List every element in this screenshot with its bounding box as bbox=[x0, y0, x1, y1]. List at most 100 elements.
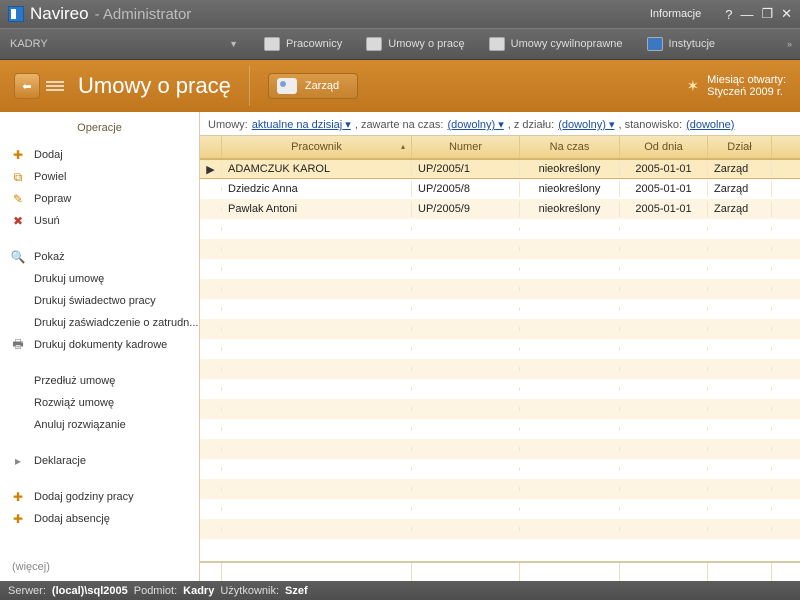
op-przedłuż-umowę[interactable]: Przedłuż umowę bbox=[0, 370, 199, 392]
op-drukuj-umowę[interactable]: Drukuj umowę bbox=[0, 268, 199, 290]
table-summary-row bbox=[200, 561, 800, 581]
op-label: Powiel bbox=[34, 171, 66, 183]
table-row[interactable]: ▶ADAMCZUK KAROLUP/2005/1nieokreślony2005… bbox=[200, 159, 800, 179]
module-dropdown[interactable]: KADRY ▼ bbox=[0, 29, 248, 59]
tab-umowy-cywilnoprawne[interactable]: Umowy cywilnoprawne bbox=[479, 33, 633, 55]
table-row[interactable]: Pawlak AntoniUP/2005/9nieokreślony2005-0… bbox=[200, 199, 800, 219]
add-icon: ✚ bbox=[10, 147, 26, 163]
op-label: Drukuj dokumenty kadrowe bbox=[34, 339, 167, 351]
divider bbox=[249, 66, 250, 106]
op-anuluj-rozwiązanie[interactable]: Anuluj rozwiązanie bbox=[0, 414, 199, 436]
document-icon bbox=[366, 37, 382, 51]
op-label: Pokaż bbox=[34, 251, 65, 263]
table-row-empty bbox=[200, 459, 800, 479]
tab-pracownicy[interactable]: Pracownicy bbox=[254, 33, 352, 55]
add-icon: ✚ bbox=[10, 511, 26, 527]
col-numer[interactable]: Numer bbox=[412, 136, 520, 158]
op-label: Drukuj umowę bbox=[34, 273, 104, 285]
status-podmiot-label: Podmiot: bbox=[134, 585, 177, 597]
star-icon: ✶ bbox=[687, 77, 700, 95]
minimize-button[interactable]: — bbox=[740, 7, 753, 22]
filter-position-link[interactable]: (dowolne) bbox=[686, 119, 734, 131]
op-drukuj-dokumenty-kadrowe[interactable]: 🖶 Drukuj dokumenty kadrowe bbox=[0, 334, 199, 356]
op-label: Rozwiąż umowę bbox=[34, 397, 114, 409]
page-title: Umowy o pracę bbox=[78, 73, 231, 99]
cell: UP/2005/1 bbox=[412, 161, 520, 177]
cell bbox=[200, 207, 222, 211]
col-pracownik[interactable]: Pracownik bbox=[222, 136, 412, 158]
op-label: Dodaj bbox=[34, 149, 63, 161]
op-dodaj[interactable]: ✚ Dodaj bbox=[0, 144, 199, 166]
filter-department-link[interactable]: (dowolny) ▾ bbox=[558, 118, 614, 131]
tab-umowy-o-prace[interactable]: Umowy o pracę bbox=[356, 33, 474, 55]
op-label: Anuluj rozwiązanie bbox=[34, 419, 126, 431]
op-popraw[interactable]: ✎ Popraw bbox=[0, 188, 199, 210]
op-label: Popraw bbox=[34, 193, 71, 205]
op-label: Deklaracje bbox=[34, 455, 86, 467]
filter-duration-link[interactable]: (dowolny) ▾ bbox=[447, 118, 503, 131]
menubar-overflow[interactable]: » bbox=[779, 29, 800, 59]
filter-prefix: Umowy: bbox=[208, 119, 248, 131]
edit-icon: ✎ bbox=[10, 191, 26, 207]
close-button[interactable]: ✕ bbox=[781, 6, 792, 22]
chevron-down-icon: ▼ bbox=[229, 39, 238, 49]
table-row-empty bbox=[200, 519, 800, 539]
table-row-empty bbox=[200, 279, 800, 299]
info-link[interactable]: Informacje bbox=[650, 8, 701, 20]
table-row-empty bbox=[200, 499, 800, 519]
app-logo-icon bbox=[8, 6, 24, 22]
cell: ▶ bbox=[200, 161, 222, 178]
col-oddnia[interactable]: Od dnia bbox=[620, 136, 708, 158]
menubar-tabs: Pracownicy Umowy o pracę Umowy cywilnopr… bbox=[248, 29, 779, 59]
help-button[interactable]: ? bbox=[725, 7, 732, 22]
department-selector[interactable]: Zarząd bbox=[268, 73, 358, 99]
cell: UP/2005/8 bbox=[412, 181, 520, 197]
op-dodaj-godziny-pracy[interactable]: ✚Dodaj godziny pracy bbox=[0, 486, 199, 508]
blank-icon bbox=[10, 373, 26, 389]
col-dzial[interactable]: Dział bbox=[708, 136, 772, 158]
open-month-indicator[interactable]: ✶ Miesiąc otwarty: Styczeń 2009 r. bbox=[687, 74, 786, 98]
op-powiel[interactable]: ⧉ Powiel bbox=[0, 166, 199, 188]
filter-status-link[interactable]: aktualne na dzisiaj ▾ bbox=[252, 118, 351, 131]
titlebar: Navireo - Administrator Informacje ? — ❐… bbox=[0, 0, 800, 28]
tab-instytucje[interactable]: Instytucje bbox=[637, 33, 725, 55]
print-icon: 🖶 bbox=[10, 337, 26, 353]
operations-sidebar: Operacje ✚Dodaj⧉Powiel✎Popraw✖Usuń🔍Pokaż… bbox=[0, 112, 200, 581]
app-name: Navireo bbox=[30, 4, 89, 24]
status-user-label: Użytkownik: bbox=[220, 585, 279, 597]
copy-icon: ⧉ bbox=[10, 169, 26, 185]
op-rozwiąż-umowę[interactable]: Rozwiąż umowę bbox=[0, 392, 199, 414]
cell: Dziedzic Anna bbox=[222, 181, 412, 197]
table-row-empty bbox=[200, 419, 800, 439]
op-dodaj-absencję[interactable]: ✚Dodaj absencję bbox=[0, 508, 199, 530]
op-usuń[interactable]: ✖Usuń bbox=[0, 210, 199, 232]
sidebar-more-link[interactable]: (więcej) bbox=[0, 553, 199, 581]
table-row-empty bbox=[200, 219, 800, 239]
col-naczas[interactable]: Na czas bbox=[520, 136, 620, 158]
op-drukuj-świadectwo-pracy[interactable]: Drukuj świadectwo pracy bbox=[0, 290, 199, 312]
main-panel: Umowy: aktualne na dzisiaj ▾ , zawarte n… bbox=[200, 112, 800, 581]
cell: 2005-01-01 bbox=[620, 201, 708, 217]
table-row[interactable]: Dziedzic AnnaUP/2005/8nieokreślony2005-0… bbox=[200, 179, 800, 199]
col-indicator[interactable] bbox=[200, 136, 222, 158]
content-area: Operacje ✚Dodaj⧉Powiel✎Popraw✖Usuń🔍Pokaż… bbox=[0, 112, 800, 581]
cell: nieokreślony bbox=[520, 161, 620, 177]
op-pokaż[interactable]: 🔍 Pokaż bbox=[0, 246, 199, 268]
table-row-empty bbox=[200, 259, 800, 279]
glass-icon: 🔍 bbox=[10, 249, 26, 265]
cell: nieokreślony bbox=[520, 181, 620, 197]
document-icon bbox=[489, 37, 505, 51]
op-deklaracje[interactable]: ▸Deklaracje bbox=[0, 450, 199, 472]
op-label: Dodaj godziny pracy bbox=[34, 491, 134, 503]
department-label: Zarząd bbox=[305, 80, 339, 92]
table-row-empty bbox=[200, 339, 800, 359]
month-value: Styczeń 2009 r. bbox=[707, 86, 786, 98]
back-button[interactable]: ⬅ bbox=[14, 73, 40, 99]
table-row-empty bbox=[200, 439, 800, 459]
menu-icon[interactable] bbox=[46, 77, 64, 95]
table-row-empty bbox=[200, 299, 800, 319]
table-row-empty bbox=[200, 359, 800, 379]
maximize-button[interactable]: ❐ bbox=[761, 6, 773, 22]
op-drukuj-zaświadczenie-o-zatrudn[interactable]: Drukuj zaświadczenie o zatrudn... bbox=[0, 312, 199, 334]
blank-icon bbox=[10, 395, 26, 411]
